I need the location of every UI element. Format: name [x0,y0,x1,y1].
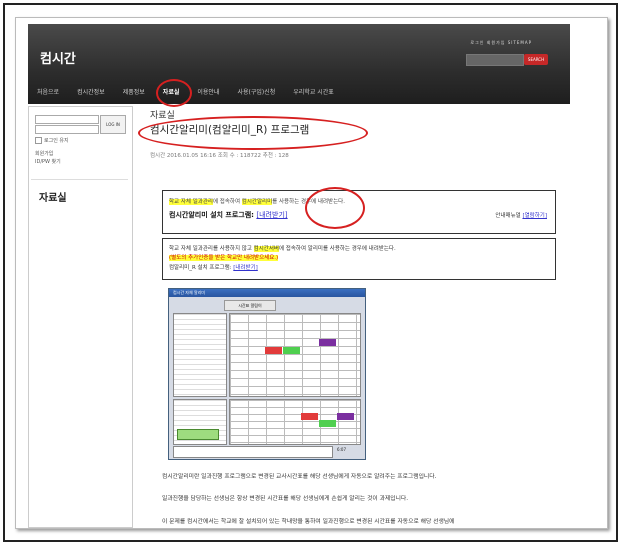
download-box-2: 학교 자체 일과관리를 사용하지 않고 컴시간서버에 접속하여 알리미를 사용하… [162,238,556,280]
search-input[interactable] [466,54,524,66]
main-content: 자료실 컴시간알리미(컴알리미_R) 프로그램 컴시간 2016.01.05 1… [138,106,578,526]
login-button[interactable]: LOG IN [100,115,126,134]
join-link[interactable]: 회원가입 [35,150,61,158]
grid-cell [319,339,336,346]
manual-link[interactable]: [열람하기] [522,213,547,219]
manual-line: 안내매뉴얼 [열람하기] [495,213,547,219]
download-link-1[interactable]: [내려받기] [256,211,287,219]
nav-home[interactable]: 처음으로 [28,84,68,102]
grid-cell [319,420,336,427]
search-button[interactable]: SEARCH [524,54,548,65]
nav-apply[interactable]: 사용(구입)신청 [228,84,284,102]
install-line-2: 컴알리미_R 설치 프로그램: [내려받기] [169,265,258,271]
grid-cell [265,347,282,354]
grid-cell [337,413,354,420]
site-header: 컴시간 로그인 회원가입 SITEMAP SEARCH 처음으로 컴시간정보 제… [28,24,570,107]
highlight-circle [156,79,192,107]
grid-cell [283,347,300,354]
download-link-2[interactable]: [내려받기] [233,265,258,271]
highlight-circle [305,187,365,229]
highlight-circle [138,116,368,150]
change-grid [229,399,361,445]
nav-product[interactable]: 제품정보 [114,84,154,102]
description-1: 컴시간알리미란 일과진행 프로그램으로 변경된 교사시간표를 해당 선생님에게 … [162,474,437,480]
description-2: 일과진행을 담당하는 선생님은 항상 변경된 시간표를 해당 선생님에게 손쉽게… [162,496,409,502]
top-links[interactable]: 로그인 회원가입 SITEMAP [470,40,532,46]
download-desc-2: 학교 자체 일과관리를 사용하지 않고 컴시간서버에 접속하여 알리미를 사용하… [169,246,396,252]
download-box-1: 학교 자체 일과관리에 접속하여 컴시간알리미를 사용하는 경우에 내려받는다.… [162,187,556,234]
password-input[interactable] [35,125,99,134]
teacher-list [173,313,227,397]
browser-page: 컴시간 로그인 회원가입 SITEMAP SEARCH 처음으로 컴시간정보 제… [15,17,608,529]
description-3a: 이 문제를 컴시간에서는 학교에 잘 설치되어 있는 학내망을 통하여 일과진행… [162,519,455,525]
tab-title: 시간표 알림이 [224,300,276,311]
screenshot-frame: 컴시간 로그인 회원가입 SITEMAP SEARCH 처음으로 컴시간정보 제… [3,3,618,542]
install-line: 컴시간알리미 설치 프로그램: [내려받기] [169,211,288,219]
keep-login[interactable]: 로그인 유지 [35,137,69,144]
keep-login-label: 로그인 유지 [44,138,69,144]
nav-timetable[interactable]: 우리학교 시간표 [284,84,343,102]
window-title: 컴시간 자체 알리미 [169,289,365,297]
program-screenshot: 컴시간 자체 알리미 시간표 알림이 6:07 [168,288,366,460]
find-link[interactable]: ID/PW 찾기 [35,158,61,166]
nav-guide[interactable]: 이용안내 [188,84,228,102]
account-links: 회원가입 ID/PW 찾기 [35,150,61,166]
left-sidebar: LOG IN 로그인 유지 회원가입 ID/PW 찾기 자료실 [28,106,133,528]
id-input[interactable] [35,115,99,124]
breadcrumb: 자료실 [150,111,175,121]
download-note: (별도의 추가인증을 받은 학교만 내려받으세요.) [169,255,279,261]
status-time: 6:07 [337,447,346,452]
nav-info[interactable]: 컴시간정보 [68,84,114,102]
post-meta: 컴시간 2016.01.05 16:16 조회 수 : 118722 추천 : … [150,153,289,159]
site-logo[interactable]: 컴시간 [40,48,76,67]
grid-cell [301,413,318,420]
message-box [173,446,333,458]
timetable-grid [229,313,361,397]
confirm-button [177,429,219,440]
login-box: LOG IN 로그인 유지 회원가입 ID/PW 찾기 [31,109,128,180]
checkbox-icon[interactable] [35,137,42,144]
sidebar-title: 자료실 [39,193,67,204]
